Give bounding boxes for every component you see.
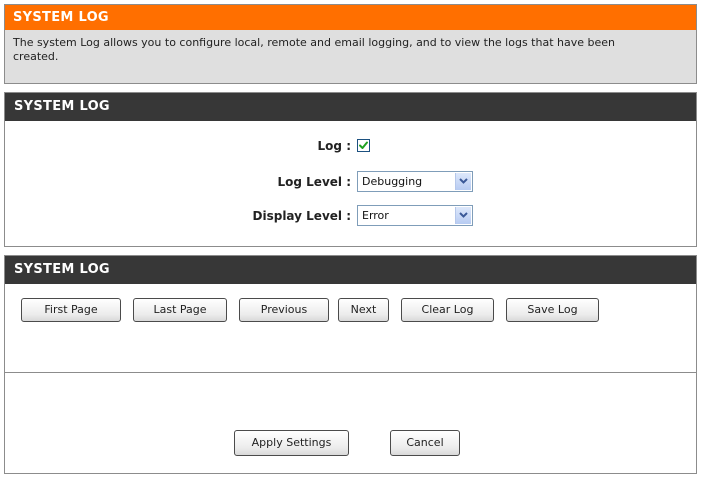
system-log-page: SYSTEM LOG The system Log allows you to … [0, 0, 701, 478]
checkmark-icon [359, 141, 368, 149]
display-level-value: Error [362, 209, 389, 222]
previous-button[interactable]: Previous [239, 298, 329, 322]
display-level-label: Display Level : [252, 209, 351, 223]
footer-area: Apply Settings Cancel [4, 373, 697, 474]
cancel-button[interactable]: Cancel [390, 430, 460, 456]
save-log-button[interactable]: Save Log [506, 298, 599, 322]
intro-description: The system Log allows you to configure l… [13, 36, 615, 63]
apply-settings-button[interactable]: Apply Settings [234, 430, 349, 456]
log-level-value: Debugging [362, 175, 423, 188]
chevron-down-icon [459, 178, 468, 184]
log-level-row: Log Level : Debugging [5, 171, 696, 193]
intro-panel: SYSTEM LOG The system Log allows you to … [4, 4, 697, 84]
log-section-title: SYSTEM LOG [5, 256, 696, 284]
log-row: Log : [5, 135, 696, 157]
display-level-select[interactable]: Error [357, 205, 473, 226]
log-level-dropdown-button[interactable] [455, 173, 471, 190]
first-page-button[interactable]: First Page [21, 298, 121, 322]
intro-title: SYSTEM LOG [5, 5, 696, 30]
settings-section-title: SYSTEM LOG [5, 93, 696, 121]
display-level-dropdown-button[interactable] [455, 207, 471, 224]
log-level-select[interactable]: Debugging [357, 171, 473, 192]
clear-log-button[interactable]: Clear Log [401, 298, 494, 322]
last-page-button[interactable]: Last Page [133, 298, 227, 322]
log-panel: SYSTEM LOG First Page Last Page Previous… [4, 255, 697, 373]
log-label: Log : [317, 139, 351, 153]
settings-panel: SYSTEM LOG Log : Log Level : Debugging D… [4, 92, 697, 247]
display-level-row: Display Level : Error [5, 205, 696, 227]
log-checkbox[interactable] [357, 139, 370, 152]
log-level-label: Log Level : [277, 175, 352, 189]
chevron-down-icon [459, 212, 468, 218]
next-button[interactable]: Next [338, 298, 389, 322]
